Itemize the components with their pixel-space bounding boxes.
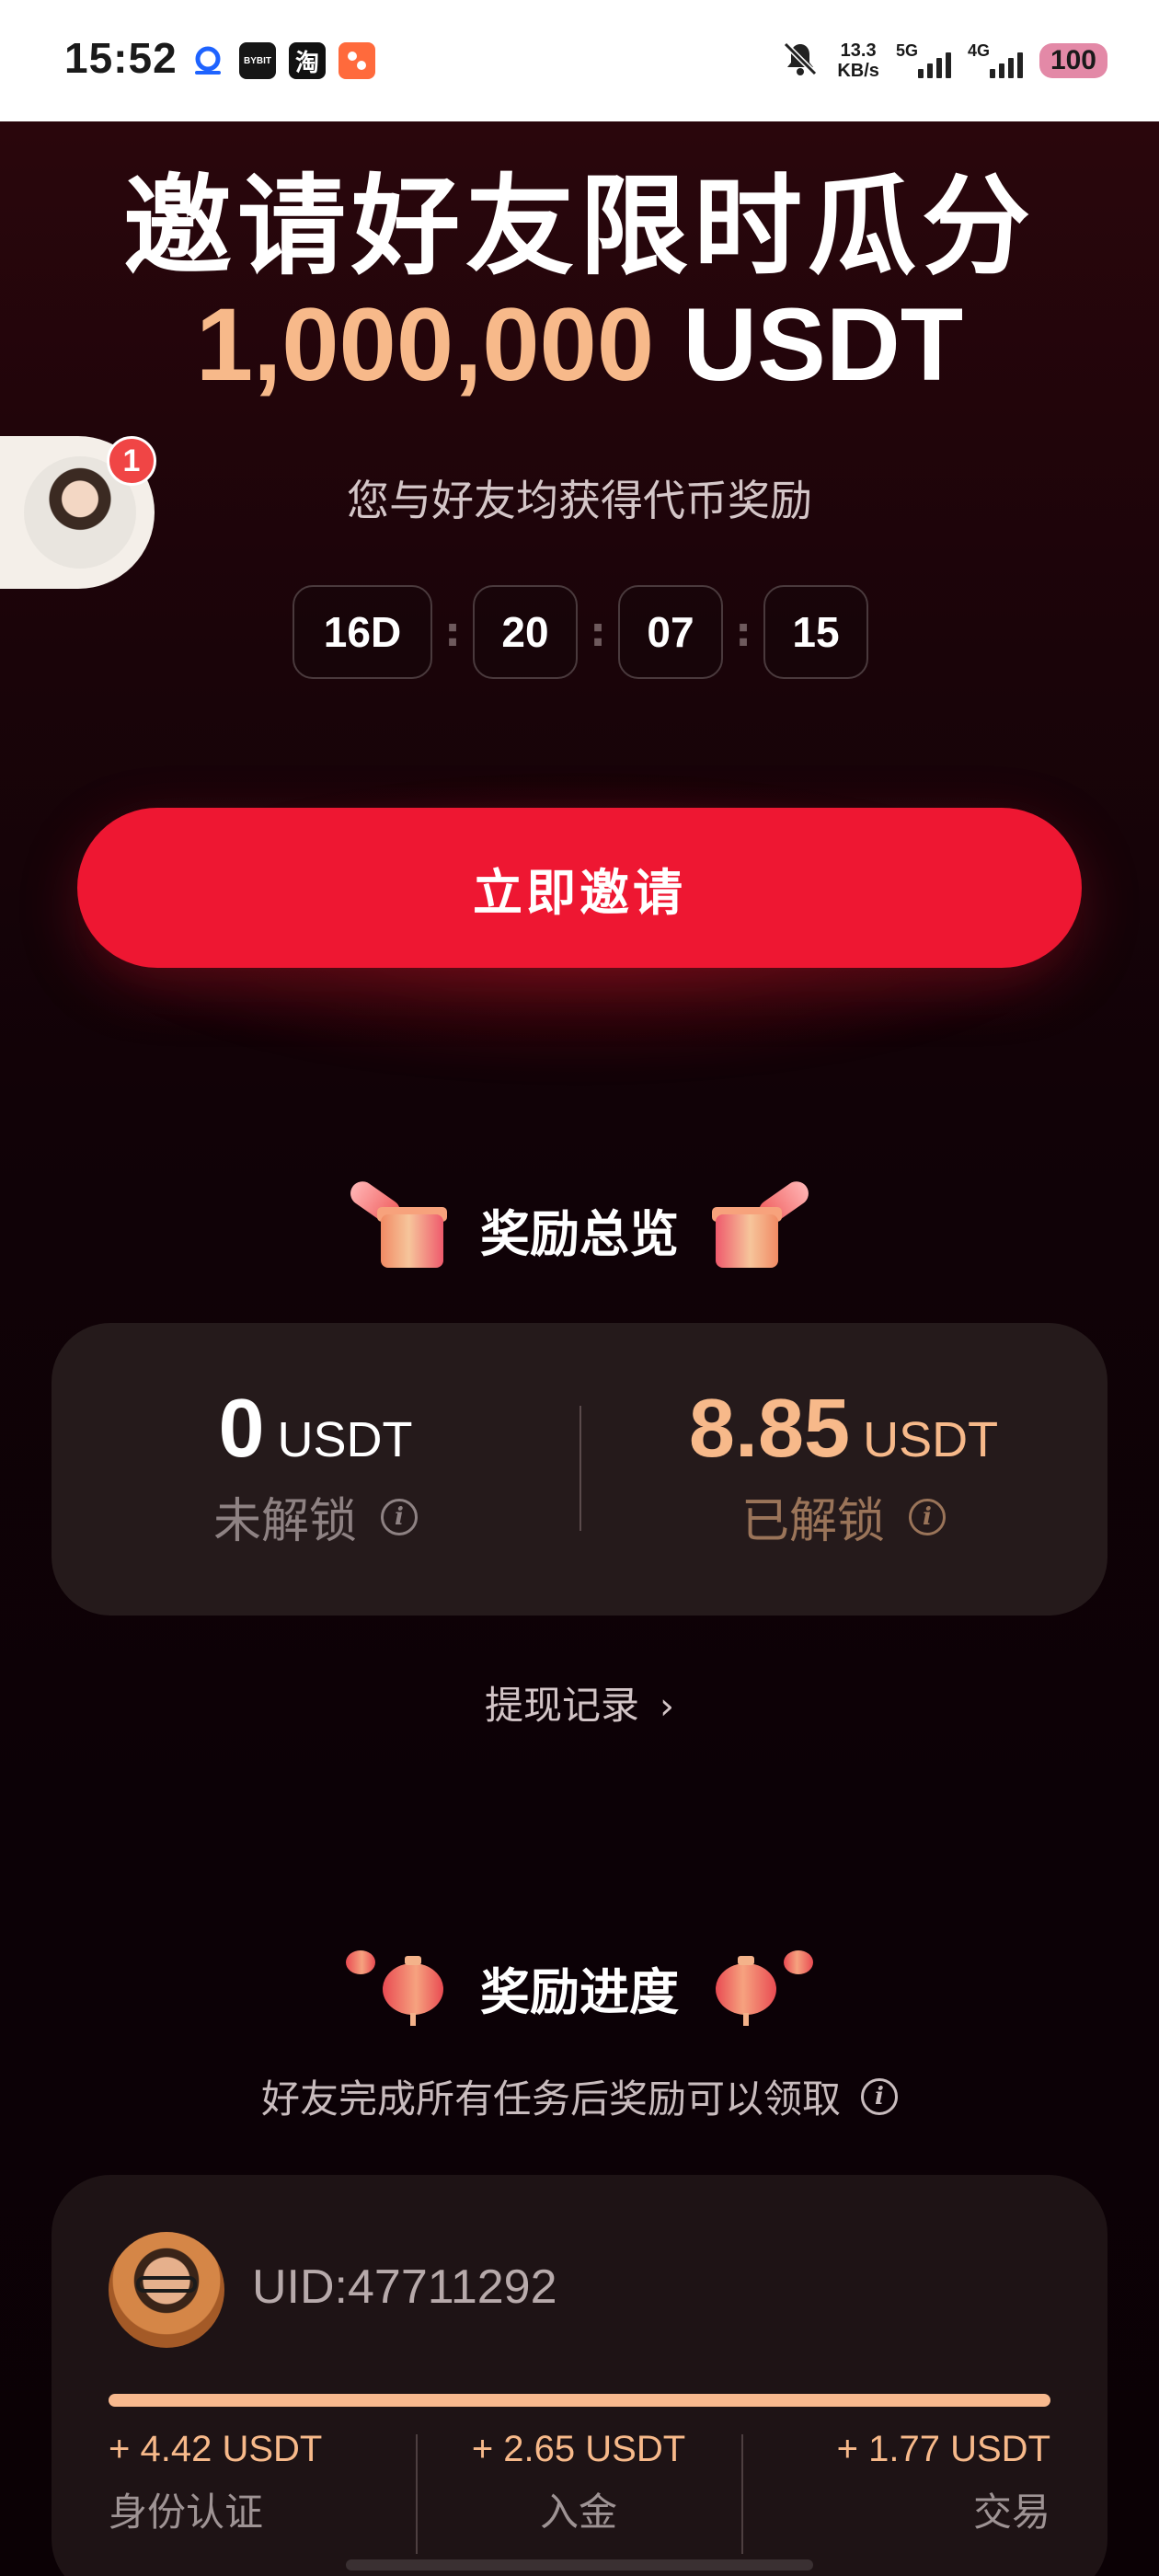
task-identity: + 4.42 USDT 身份认证 <box>109 2429 322 2537</box>
status-right-group: 13.3 KB/s 5G 4G 100 <box>780 33 1107 88</box>
unlocked-reward: 8.85 USDT 已解锁 i <box>580 1382 1107 1551</box>
progress-subtitle-text: 好友完成所有任务后奖励可以领取 <box>260 2076 841 2122</box>
gift-icon <box>706 1177 814 1271</box>
task-amount: + 1.77 USDT <box>836 2429 1050 2469</box>
progress-heading: 奖励进度 <box>0 1945 1159 2030</box>
countdown-hours: 20 <box>473 585 578 679</box>
overview-heading-text: 奖励总览 <box>480 1204 679 1263</box>
unlocked-unit: USDT <box>863 1412 999 1467</box>
gift-icon <box>345 1177 453 1271</box>
progress-subtitle: 好友完成所有任务后奖励可以领取 i <box>0 2068 1159 2124</box>
signal-bars-icon <box>917 52 951 78</box>
progress-heading-text: 奖励进度 <box>480 1962 679 2021</box>
overview-heading: 奖励总览 <box>0 1177 1159 1271</box>
withdraw-records-label: 提现记录 <box>484 1683 639 1728</box>
locked-reward: 0 USDT 未解锁 i <box>52 1382 580 1551</box>
invite-now-button[interactable]: 立即邀请 <box>77 808 1082 968</box>
locked-label: 未解锁 <box>212 1494 357 1549</box>
mute-bell-icon <box>780 39 820 83</box>
info-icon[interactable]: i <box>861 2077 898 2115</box>
locked-unit: USDT <box>277 1412 413 1467</box>
unlocked-label: 已解锁 <box>740 1494 885 1549</box>
lantern-icon <box>706 1945 813 2030</box>
task-amount: + 4.42 USDT <box>109 2429 323 2469</box>
task-amount: + 2.65 USDT <box>471 2429 686 2469</box>
countdown-seconds: 15 <box>763 585 868 679</box>
taobao-app-icon: 淘 <box>289 42 326 79</box>
task-progress-bar <box>109 2394 1050 2407</box>
friend-progress-card: UID:47711292 + 4.42 USDT 身份认证 + 2.65 USD… <box>52 2175 1107 2576</box>
countdown-separator: : <box>735 608 752 656</box>
task-name: 入金 <box>539 2490 617 2535</box>
locked-amount: 0 <box>218 1383 265 1475</box>
signal-bars-icon <box>989 52 1023 78</box>
home-indicator[interactable] <box>346 2559 813 2570</box>
lantern-icon <box>346 1945 453 2030</box>
task-trade: + 1.77 USDT 交易 <box>743 2429 1050 2537</box>
tiktok-app-icon <box>189 42 226 79</box>
notification-badge: 1 <box>107 436 156 486</box>
task-deposit: + 2.65 USDT 入金 <box>418 2429 740 2537</box>
reward-overview-card: 0 USDT 未解锁 i 8.85 USDT 已解锁 i <box>52 1323 1107 1616</box>
hero-amount-currency: USDT <box>683 287 964 402</box>
countdown-days: 16D <box>293 585 432 679</box>
photo-app-icon <box>339 42 375 79</box>
battery-indicator: 100 <box>1039 43 1107 78</box>
unlocked-amount: 8.85 <box>688 1383 851 1475</box>
withdraw-records-link[interactable]: 提现记录 › <box>0 1674 1159 1731</box>
signal-sim1: 5G <box>896 38 951 84</box>
friend-uid: UID:47711292 <box>252 2260 557 2314</box>
hero-amount-number: 1,000,000 <box>195 287 655 402</box>
countdown-separator: : <box>444 608 461 656</box>
net-speed: 13.3 KB/s <box>837 40 879 81</box>
countdown-separator: : <box>590 608 606 656</box>
info-icon[interactable]: i <box>381 1498 418 1535</box>
hero-subtitle: 您与好友均获得代币奖励 <box>347 476 812 525</box>
friend-avatar <box>109 2232 224 2348</box>
hero-title: 邀请好友限时瓜分 <box>122 163 1036 290</box>
chevron-right-icon: › <box>660 1685 674 1728</box>
status-time: 15:52 <box>64 34 178 82</box>
hero-amount: 1,000,000 USDT <box>0 285 1159 404</box>
task-name: 身份认证 <box>109 2490 264 2535</box>
info-icon[interactable]: i <box>909 1498 946 1535</box>
signal-sim2: 4G <box>968 38 1023 84</box>
countdown-minutes: 07 <box>618 585 723 679</box>
status-bar: 15:52 BYBIT 淘 13.3 KB/s 5G 4G 100 <box>0 0 1159 121</box>
task-name: 交易 <box>972 2490 1050 2535</box>
bybit-app-icon: BYBIT <box>239 42 276 79</box>
countdown-timer: 16D : 20 : 07 : 15 <box>293 585 868 679</box>
